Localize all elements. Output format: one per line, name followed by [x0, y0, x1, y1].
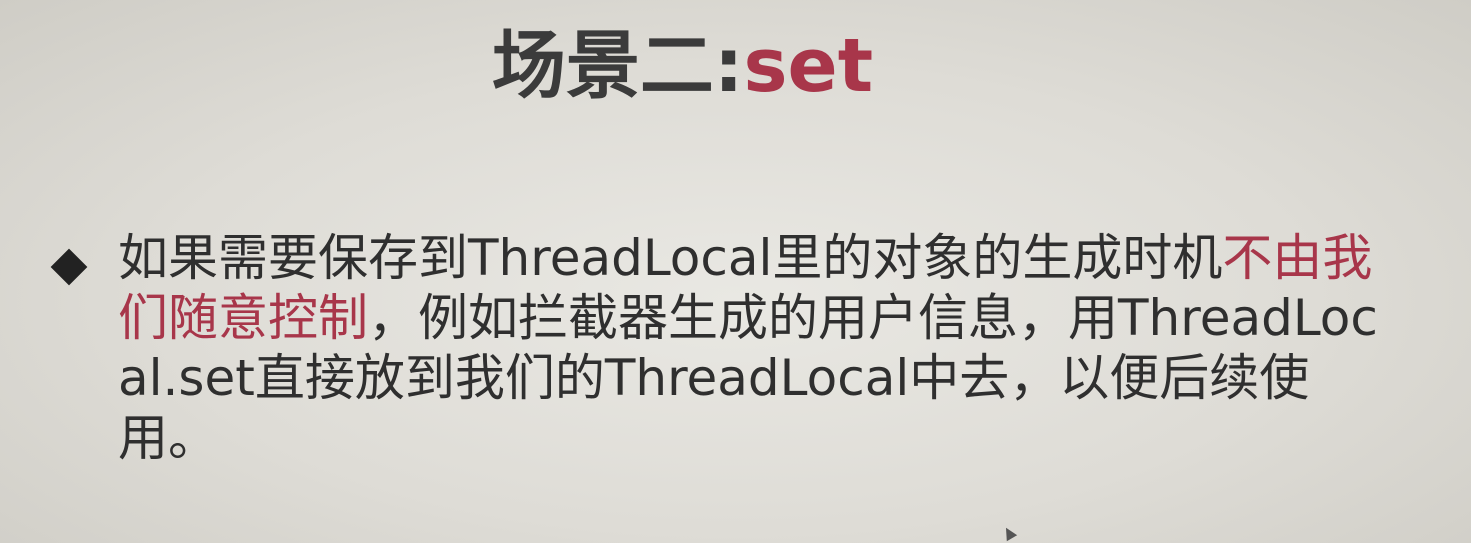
slide-title: 场景二:set — [0, 18, 1365, 114]
mouse-pointer-icon — [1000, 524, 1018, 542]
bullet-text-part1: 如果需要保存到ThreadLocal里的对象的生成时机 — [118, 229, 1223, 287]
slide: 场景二:set 如果需要保存到ThreadLocal里的对象的生成时机不由我们随… — [0, 0, 1471, 543]
diamond-bullet-icon — [50, 248, 88, 286]
bullet-text: 如果需要保存到ThreadLocal里的对象的生成时机不由我们随意控制，例如拦截… — [118, 228, 1408, 468]
slide-title-prefix: 场景二: — [491, 23, 744, 109]
slide-title-accent: set — [743, 23, 874, 109]
